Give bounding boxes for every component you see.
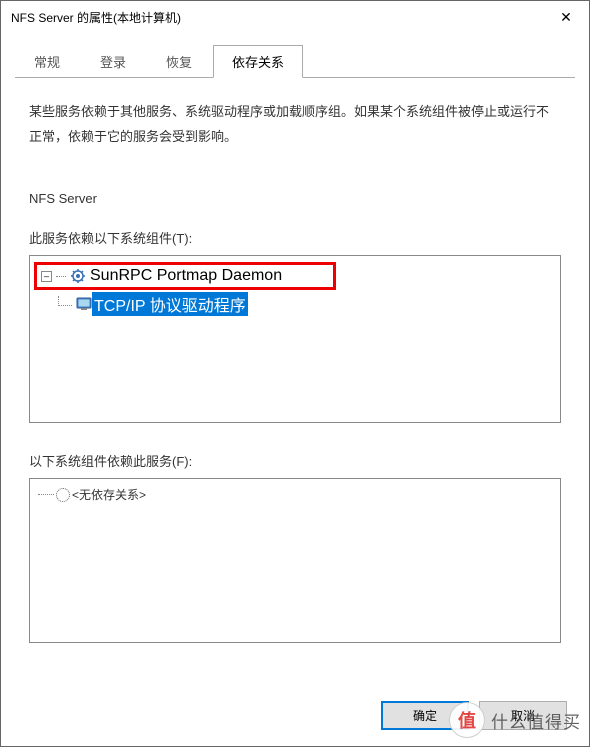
titlebar: NFS Server 的属性(本地计算机) ✕ [1,1,589,33]
tree-connector [38,494,54,495]
tab-content: 某些服务依赖于其他服务、系统驱动程序或加载顺序组。如果某个系统组件被停止或运行不… [1,78,589,681]
tab-dependencies[interactable]: 依存关系 [213,45,303,78]
watermark-badge: 值 [449,702,485,738]
tab-logon[interactable]: 登录 [81,45,145,77]
tree-row[interactable]: <无依存关系> [34,485,556,504]
watermark-text: 什么值得买 [491,708,581,733]
dependency-child-label: TCP/IP 协议驱动程序 [92,292,248,316]
service-name-label: NFS Server [29,191,561,206]
depended-by-tree[interactable]: <无依存关系> [29,478,561,643]
gear-icon [70,268,86,284]
description-text: 某些服务依赖于其他服务、系统驱动程序或加载顺序组。如果某个系统组件被停止或运行不… [29,100,561,149]
highlighted-dependency: – SunRPC Portmap Daemon [34,262,336,290]
no-dependency-label: <无依存关系> [72,486,146,503]
depended-by-label: 以下系统组件依赖此服务(F): [29,451,561,470]
tab-strip: 常规 登录 恢复 依存关系 [15,45,575,78]
tab-recovery[interactable]: 恢复 [147,45,211,77]
tab-general[interactable]: 常规 [15,45,79,77]
dependency-node-label: SunRPC Portmap Daemon [90,267,282,285]
tree-connector [56,276,66,277]
depends-on-label: 此服务依赖以下系统组件(T): [29,228,561,247]
depends-on-tree[interactable]: – SunRPC Portmap Daemon TCP/IP 协议驱 [29,255,561,423]
watermark: 值 什么值得买 [449,702,581,738]
tree-collapse-toggle[interactable]: – [41,271,52,282]
close-button[interactable]: ✕ [543,1,589,33]
monitor-icon [76,296,92,312]
no-dependency-icon [56,488,70,502]
tree-row[interactable]: TCP/IP 协议驱动程序 [58,292,556,316]
window-title: NFS Server 的属性(本地计算机) [11,9,543,26]
tree-connector [58,296,72,306]
